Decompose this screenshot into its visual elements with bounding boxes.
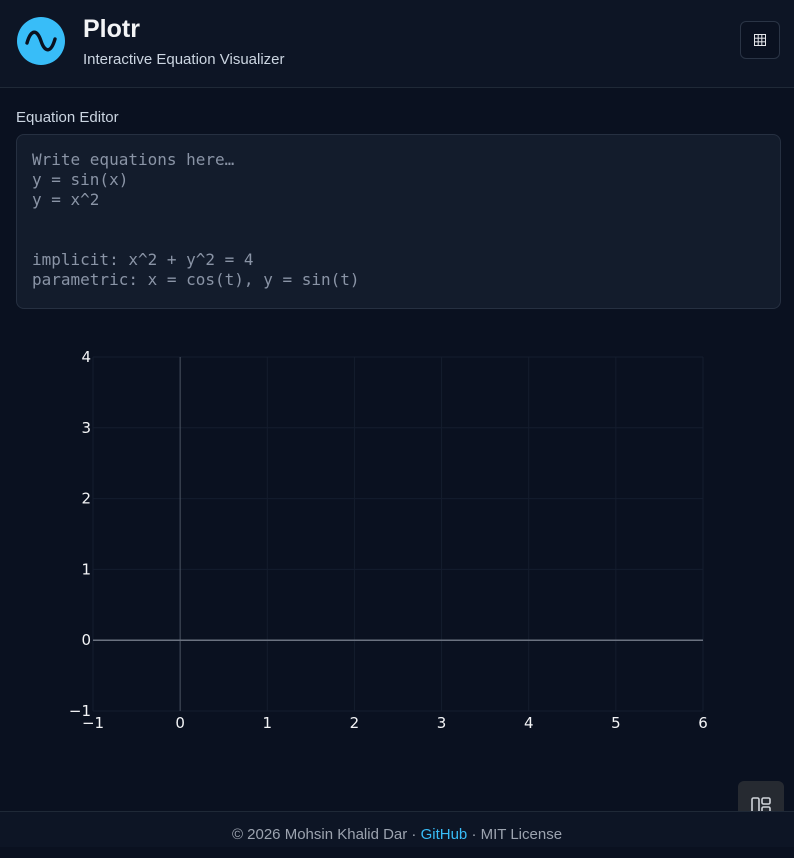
plot-tick-labels: −1 0 1 2 3 4 5 6−101234	[69, 348, 708, 732]
x-tick-label: 4	[524, 714, 534, 732]
x-tick-label: 6	[698, 714, 708, 732]
editor-line: parametric: x = cos(t), y = sin(t)	[32, 270, 360, 289]
x-tick-label: 5	[611, 714, 621, 732]
editor-line: Write equations here…	[32, 150, 235, 169]
app-title: Plotr	[83, 15, 140, 43]
equation-editor-textarea[interactable]: Write equations here… y = sin(x) y = x^2…	[16, 134, 781, 309]
y-tick-label: 3	[81, 419, 91, 437]
y-tick-label: 4	[81, 348, 91, 366]
app-subtitle: Interactive Equation Visualizer	[83, 51, 285, 68]
grid-toggle-button[interactable]	[740, 21, 780, 59]
plot-grid	[92, 356, 704, 712]
plot-axes	[93, 357, 703, 711]
equation-editor-label: Equation Editor	[16, 109, 119, 126]
footer-license: · MIT License	[467, 826, 563, 843]
y-tick-label: 0	[81, 631, 91, 649]
github-link[interactable]: GitHub	[421, 826, 468, 843]
app-footer: © 2026 Mohsin Khalid Dar · GitHub · MIT …	[0, 811, 794, 847]
y-tick-label: 2	[81, 490, 91, 508]
x-tick-label: 0	[175, 714, 185, 732]
y-tick-label: 1	[81, 560, 91, 578]
footer-copyright: © 2026 Mohsin Khalid Dar ·	[231, 826, 421, 843]
equation-plot[interactable]: −1 0 1 2 3 4 5 6−101234	[0, 330, 794, 750]
x-tick-label: 2	[350, 714, 360, 732]
y-tick-label: −1	[69, 702, 91, 720]
editor-line: y = x^2	[32, 190, 100, 209]
editor-line: y = sin(x)	[32, 170, 129, 189]
sine-wave-icon	[17, 17, 65, 65]
app-header: Plotr Interactive Equation Visualizer	[0, 0, 794, 88]
x-tick-label: 3	[437, 714, 447, 732]
x-tick-label: 1	[263, 714, 273, 732]
editor-line: implicit: x^2 + y^2 = 4	[32, 250, 254, 269]
grid-icon	[754, 34, 766, 46]
